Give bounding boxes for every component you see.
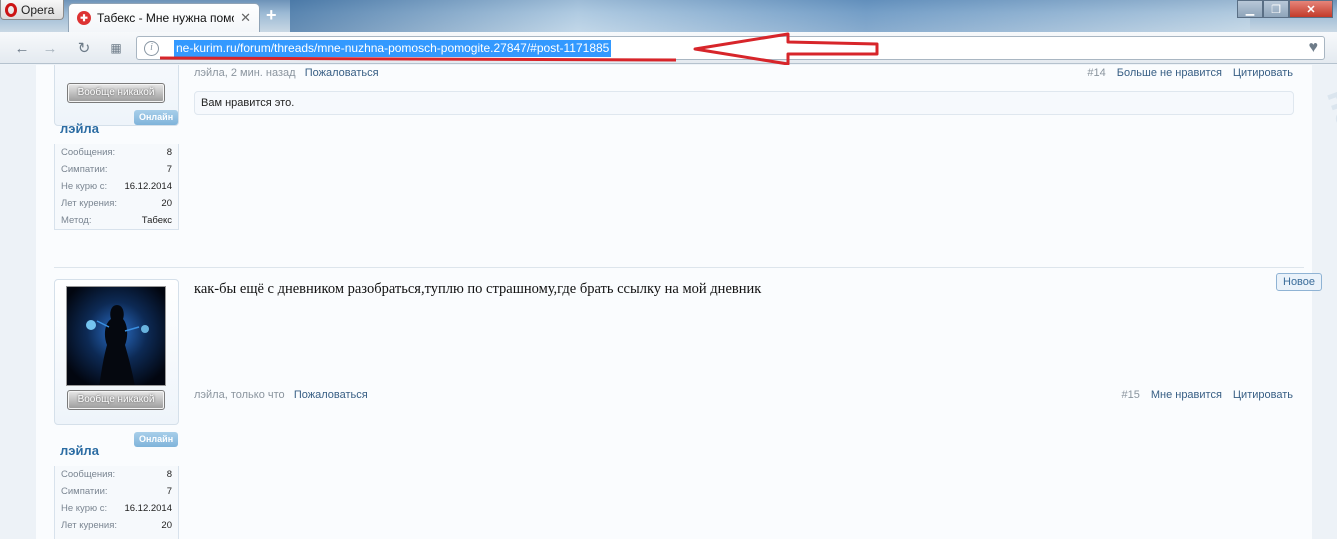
post-number[interactable]: #15 <box>1121 389 1139 401</box>
username-link[interactable]: лэйла <box>60 121 99 136</box>
user-stats: Сообщения: 8 Симпатии: 7 Не курю с: 16.12.2… <box>54 144 179 230</box>
post-15-actions: #15 Мне нравится Цитировать <box>1121 389 1293 401</box>
post-15-meta: лэйла, только что Пожаловаться <box>194 389 368 401</box>
site-info-icon[interactable]: i <box>144 41 159 56</box>
new-tab-button[interactable]: + <box>266 6 277 24</box>
stat-row: Лет курения: 20 <box>55 195 178 212</box>
tab-close-icon[interactable]: ✕ <box>240 10 251 26</box>
report-link[interactable]: Пожаловаться <box>294 389 368 401</box>
report-link[interactable]: Пожаловаться <box>305 67 379 79</box>
stat-row: Не курю с: 16.12.2014 <box>55 178 178 195</box>
stat-label: Симпатии: <box>61 164 108 175</box>
avatar-image <box>67 287 165 385</box>
address-url-text[interactable]: ne-kurim.ru/forum/threads/mne-nuzhna-pom… <box>174 40 612 57</box>
post-divider <box>54 267 1304 268</box>
unlike-link[interactable]: Больше не нравится <box>1117 67 1222 79</box>
online-badge: Онлайн <box>134 432 179 447</box>
stat-value: 8 <box>166 469 172 480</box>
bookmark-heart-icon[interactable]: ♥ <box>1309 39 1319 57</box>
user-rank-badge: Вообще никакой <box>67 390 165 410</box>
back-arrow-icon[interactable]: ← <box>12 38 32 58</box>
browser-toolbar: ← → ↻ ▦ i ne-kurim.ru/forum/threads/mne-… <box>0 32 1337 64</box>
stat-label: Сообщения: <box>61 469 116 480</box>
opera-menu-label: Opera <box>21 2 55 17</box>
speed-dial-grid-icon[interactable]: ▦ <box>106 38 126 58</box>
stat-row: Сообщения: 8 <box>55 466 178 483</box>
quote-link[interactable]: Цитировать <box>1233 389 1293 401</box>
post-time: , только что <box>224 389 285 401</box>
new-post-badge: Новое <box>1276 273 1323 291</box>
opera-menu-button[interactable]: Opera <box>0 0 64 20</box>
stat-value: Табекс <box>141 215 172 226</box>
stat-value: 7 <box>166 164 172 175</box>
tab-active[interactable]: ✚ Табекс - Мне нужна помо ✕ <box>68 3 260 32</box>
stat-row: Не курю с: 16.12.2014 <box>55 500 178 517</box>
post-author[interactable]: лэйла <box>194 67 225 79</box>
window-background <box>290 0 1250 32</box>
watermark-right: не-курим.ру <box>1318 83 1337 286</box>
stat-label: Не курю с: <box>61 181 108 192</box>
user-stats: Сообщения: 8 Симпатии: 7 Не курю с: 16.12.2… <box>54 466 179 539</box>
stat-value: 16.12.2014 <box>124 503 172 514</box>
stat-label: Не курю с: <box>61 503 108 514</box>
avatar[interactable] <box>66 286 166 386</box>
forward-arrow-icon[interactable]: → <box>40 38 60 58</box>
opera-logo-icon <box>5 2 17 17</box>
stat-label: Лет курения: <box>61 520 118 531</box>
stat-row: Сообщения: 8 <box>55 144 178 161</box>
stat-row: Метод: Табекс <box>55 212 178 229</box>
stat-label: Сообщения: <box>61 147 116 158</box>
stat-value: 8 <box>166 147 172 158</box>
tab-title: Табекс - Мне нужна помо <box>97 11 235 25</box>
window-controls: ▁ ❐ ✕ <box>1237 0 1333 18</box>
maximize-icon[interactable]: ❐ <box>1263 0 1289 18</box>
online-badge: Онлайн <box>134 110 179 125</box>
likes-summary: Вам нравится это. <box>194 91 1294 115</box>
user-rank-badge: Вообще никакой <box>67 83 165 103</box>
like-link[interactable]: Мне нравится <box>1151 389 1222 401</box>
post-time: , 2 мин. назад <box>224 67 296 79</box>
stat-label: Симпатии: <box>61 486 108 497</box>
stat-value: 7 <box>166 486 172 497</box>
quote-link[interactable]: Цитировать <box>1233 67 1293 79</box>
stat-value: 16.12.2014 <box>124 181 172 192</box>
post-author[interactable]: лэйла <box>194 389 225 401</box>
site-favicon-icon: ✚ <box>77 11 91 25</box>
post-number[interactable]: #14 <box>1087 67 1105 79</box>
thread-content: Вообще никакой Онлайн лэйла Сообщения: 8 … <box>36 65 1323 539</box>
stat-row: Симпатии: 7 <box>55 483 178 500</box>
title-bar: Opera ✚ Табекс - Мне нужна помо ✕ + ▁ ❐ … <box>0 0 1337 32</box>
stat-label: Лет курения: <box>61 198 118 209</box>
forum-page: www.не-курим.ру не-курим.ру Вообще никак… <box>0 65 1337 539</box>
minimize-icon[interactable]: ▁ <box>1237 0 1263 18</box>
close-window-icon[interactable]: ✕ <box>1289 0 1333 18</box>
stat-row: Лет курения: 20 <box>55 517 178 534</box>
post-14-meta: лэйла, 2 мин. назад Пожаловаться <box>194 67 379 79</box>
reload-icon[interactable]: ↻ <box>74 38 94 58</box>
stat-value: 20 <box>161 520 172 531</box>
stat-row: Симпатии: 7 <box>55 161 178 178</box>
address-bar[interactable]: i ne-kurim.ru/forum/threads/mne-nuzhna-p… <box>136 36 1325 60</box>
stat-label: Метод: <box>61 215 92 226</box>
username-link[interactable]: лэйла <box>60 443 99 458</box>
post-message: как-бы ещё с дневником разобраться,туплю… <box>194 281 762 297</box>
post-14-actions: #14 Больше не нравится Цитировать <box>1087 67 1293 79</box>
stat-value: 20 <box>161 198 172 209</box>
